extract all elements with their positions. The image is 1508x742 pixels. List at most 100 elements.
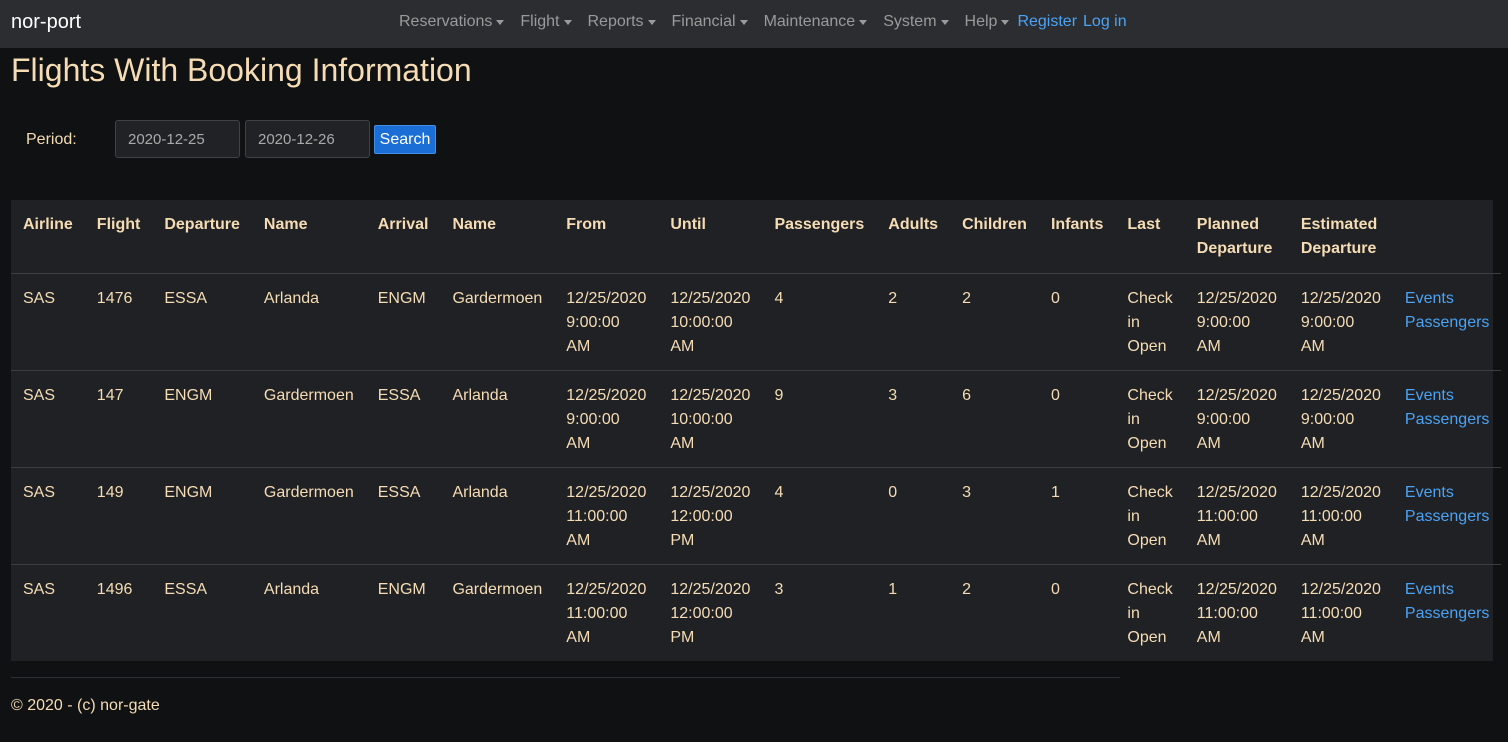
cell-last: Check in Open — [1115, 370, 1185, 468]
nav-item-maintenance[interactable]: Maintenance — [764, 13, 868, 31]
cell-infants: 0 — [1050, 580, 1060, 598]
cell-arrival-name: Gardermoen — [452, 580, 543, 598]
cell-arrival: ENGM — [365, 273, 441, 371]
cell-estimated-departure: 12/25/2020 9:00:00 AM — [1288, 273, 1393, 371]
nav-item-label: Flight — [520, 13, 560, 30]
cell-until: 12/25/2020 10:00:00 AM — [658, 273, 763, 371]
search-button[interactable]: Search — [374, 125, 436, 154]
footer-text: © 2020 - (c) nor-gate — [11, 697, 160, 714]
cell-departure: ENGM — [152, 370, 252, 468]
cell-airline: SAS — [11, 273, 85, 371]
cell-arrival-name: Arlanda — [440, 370, 555, 468]
cell-infants: 0 — [1038, 273, 1116, 371]
cell-passengers: 4 — [762, 273, 877, 371]
cell-adults: 0 — [876, 467, 951, 565]
brand-link[interactable]: nor-port — [11, 11, 81, 34]
cell-adults: 3 — [876, 370, 951, 468]
cell-passengers: 3 — [774, 580, 784, 598]
cell-adults: 1 — [888, 580, 898, 598]
register-link[interactable]: Register — [1017, 13, 1077, 31]
cell-children: 2 — [950, 273, 1039, 371]
cell-flight: 147 — [84, 370, 153, 468]
cell-actions: Events Passengers — [1393, 564, 1502, 661]
cell-flight: 1476 — [84, 273, 153, 371]
nav-item-financial[interactable]: Financial — [672, 13, 748, 31]
cell-until: 12/25/2020 12:00:00 PM — [658, 467, 763, 565]
cell-passengers: 9 — [762, 370, 877, 468]
events-link[interactable]: Events — [1405, 287, 1490, 311]
passengers-link[interactable]: Passengers — [1405, 408, 1490, 432]
cell-flight: 149 — [84, 467, 153, 565]
table-row: SAS 1496 ESSA Arlanda ENGM Gardermoen 12… — [11, 564, 1501, 661]
col-header-departure: Departure — [152, 200, 252, 274]
period-from-input[interactable] — [115, 120, 240, 158]
cell-estimated-departure: 12/25/2020 9:00:00 AM — [1288, 370, 1393, 468]
caret-down-icon — [563, 19, 572, 25]
events-link[interactable]: Events — [1405, 384, 1490, 408]
login-link[interactable]: Log in — [1083, 13, 1127, 31]
nav-item-system[interactable]: System — [883, 13, 949, 31]
footer-divider — [11, 677, 1120, 678]
cell-planned-departure: 12/25/2020 9:00:00 AM — [1184, 370, 1289, 468]
passengers-link[interactable]: Passengers — [1405, 505, 1490, 529]
cell-passengers: 4 — [762, 467, 877, 565]
col-header-last: Last — [1115, 200, 1185, 274]
cell-departure-name: Gardermoen — [251, 467, 366, 565]
nav-menu: Reservations Flight Reports Financial Ma… — [399, 13, 1133, 31]
table-row: SAS 1476 ESSA Arlanda ENGM Gardermoen 12… — [11, 273, 1502, 371]
cell-from: 12/25/2020 9:00:00 AM — [554, 273, 659, 371]
nav-item-help[interactable]: Help — [965, 13, 1010, 31]
cell-arrival: ESSA — [365, 370, 441, 468]
table-row: SAS 147 ENGM Gardermoen ESSA Arlanda 12/… — [11, 370, 1502, 468]
passengers-link[interactable]: Passengers — [1405, 602, 1490, 626]
cell-children: 2 — [962, 580, 971, 598]
col-header-infants: Infants — [1038, 200, 1116, 274]
cell-infants: 0 — [1038, 370, 1116, 468]
cell-arrival-name: Arlanda — [440, 467, 555, 565]
table-row: SAS 149 ENGM Gardermoen ESSA Arlanda 12/… — [11, 467, 1502, 565]
col-header-flight: Flight — [84, 200, 153, 274]
events-link[interactable]: Events — [1405, 481, 1490, 505]
cell-arrival: ESSA — [365, 467, 441, 565]
cell-planned-departure: 12/25/2020 11:00:00 AM — [1196, 580, 1277, 646]
cell-flight: 1496 — [96, 580, 133, 598]
col-header-arrival: Arrival — [365, 200, 441, 274]
cell-from: 12/25/2020 11:00:00 AM — [566, 580, 647, 646]
events-link[interactable]: Events — [1405, 578, 1490, 602]
caret-down-icon — [940, 19, 949, 25]
cell-arrival: ENGM — [377, 580, 426, 598]
cell-until: 12/25/2020 12:00:00 PM — [670, 580, 751, 646]
page-title: Flights With Booking Information — [11, 52, 472, 88]
caret-down-icon — [739, 19, 748, 25]
nav-item-label: Reservations — [399, 13, 493, 30]
cell-last: Check in Open — [1115, 273, 1185, 371]
caret-down-icon — [496, 19, 505, 25]
col-header-estimated-departure: Estimated Departure — [1288, 200, 1393, 274]
caret-down-icon — [859, 19, 868, 25]
cell-departure: ESSA — [152, 273, 252, 371]
cell-airline: SAS — [11, 467, 85, 565]
cell-estimated-departure: 12/25/2020 11:00:00 AM — [1288, 467, 1393, 565]
nav-item-flight[interactable]: Flight — [520, 13, 572, 31]
col-header-from: From — [554, 200, 659, 274]
col-header-departure-name: Name — [251, 200, 366, 274]
nav-item-reports[interactable]: Reports — [588, 13, 656, 31]
table-header-row: Airline Flight Departure Name Arrival Na… — [11, 200, 1502, 274]
flights-table: Airline Flight Departure Name Arrival Na… — [11, 200, 1502, 661]
col-header-until: Until — [658, 200, 763, 274]
cell-departure-name: Arlanda — [263, 580, 320, 598]
passengers-link[interactable]: Passengers — [1405, 311, 1490, 335]
period-to-input[interactable] — [245, 120, 370, 158]
nav-item-label: Maintenance — [763, 13, 856, 30]
cell-arrival-name: Gardermoen — [440, 273, 555, 371]
cell-estimated-departure: 12/25/2020 11:00:00 AM — [1300, 580, 1381, 646]
nav-item-reservations[interactable]: Reservations — [399, 13, 505, 31]
nav-item-label: Financial — [671, 13, 736, 30]
cell-infants: 1 — [1038, 467, 1116, 565]
col-header-arrival-name: Name — [440, 200, 555, 274]
caret-down-icon — [1001, 19, 1010, 25]
cell-departure-name: Arlanda — [251, 273, 366, 371]
cell-last: Check in Open — [1115, 467, 1185, 565]
col-header-passengers: Passengers — [762, 200, 877, 274]
cell-departure: ENGM — [152, 467, 252, 565]
